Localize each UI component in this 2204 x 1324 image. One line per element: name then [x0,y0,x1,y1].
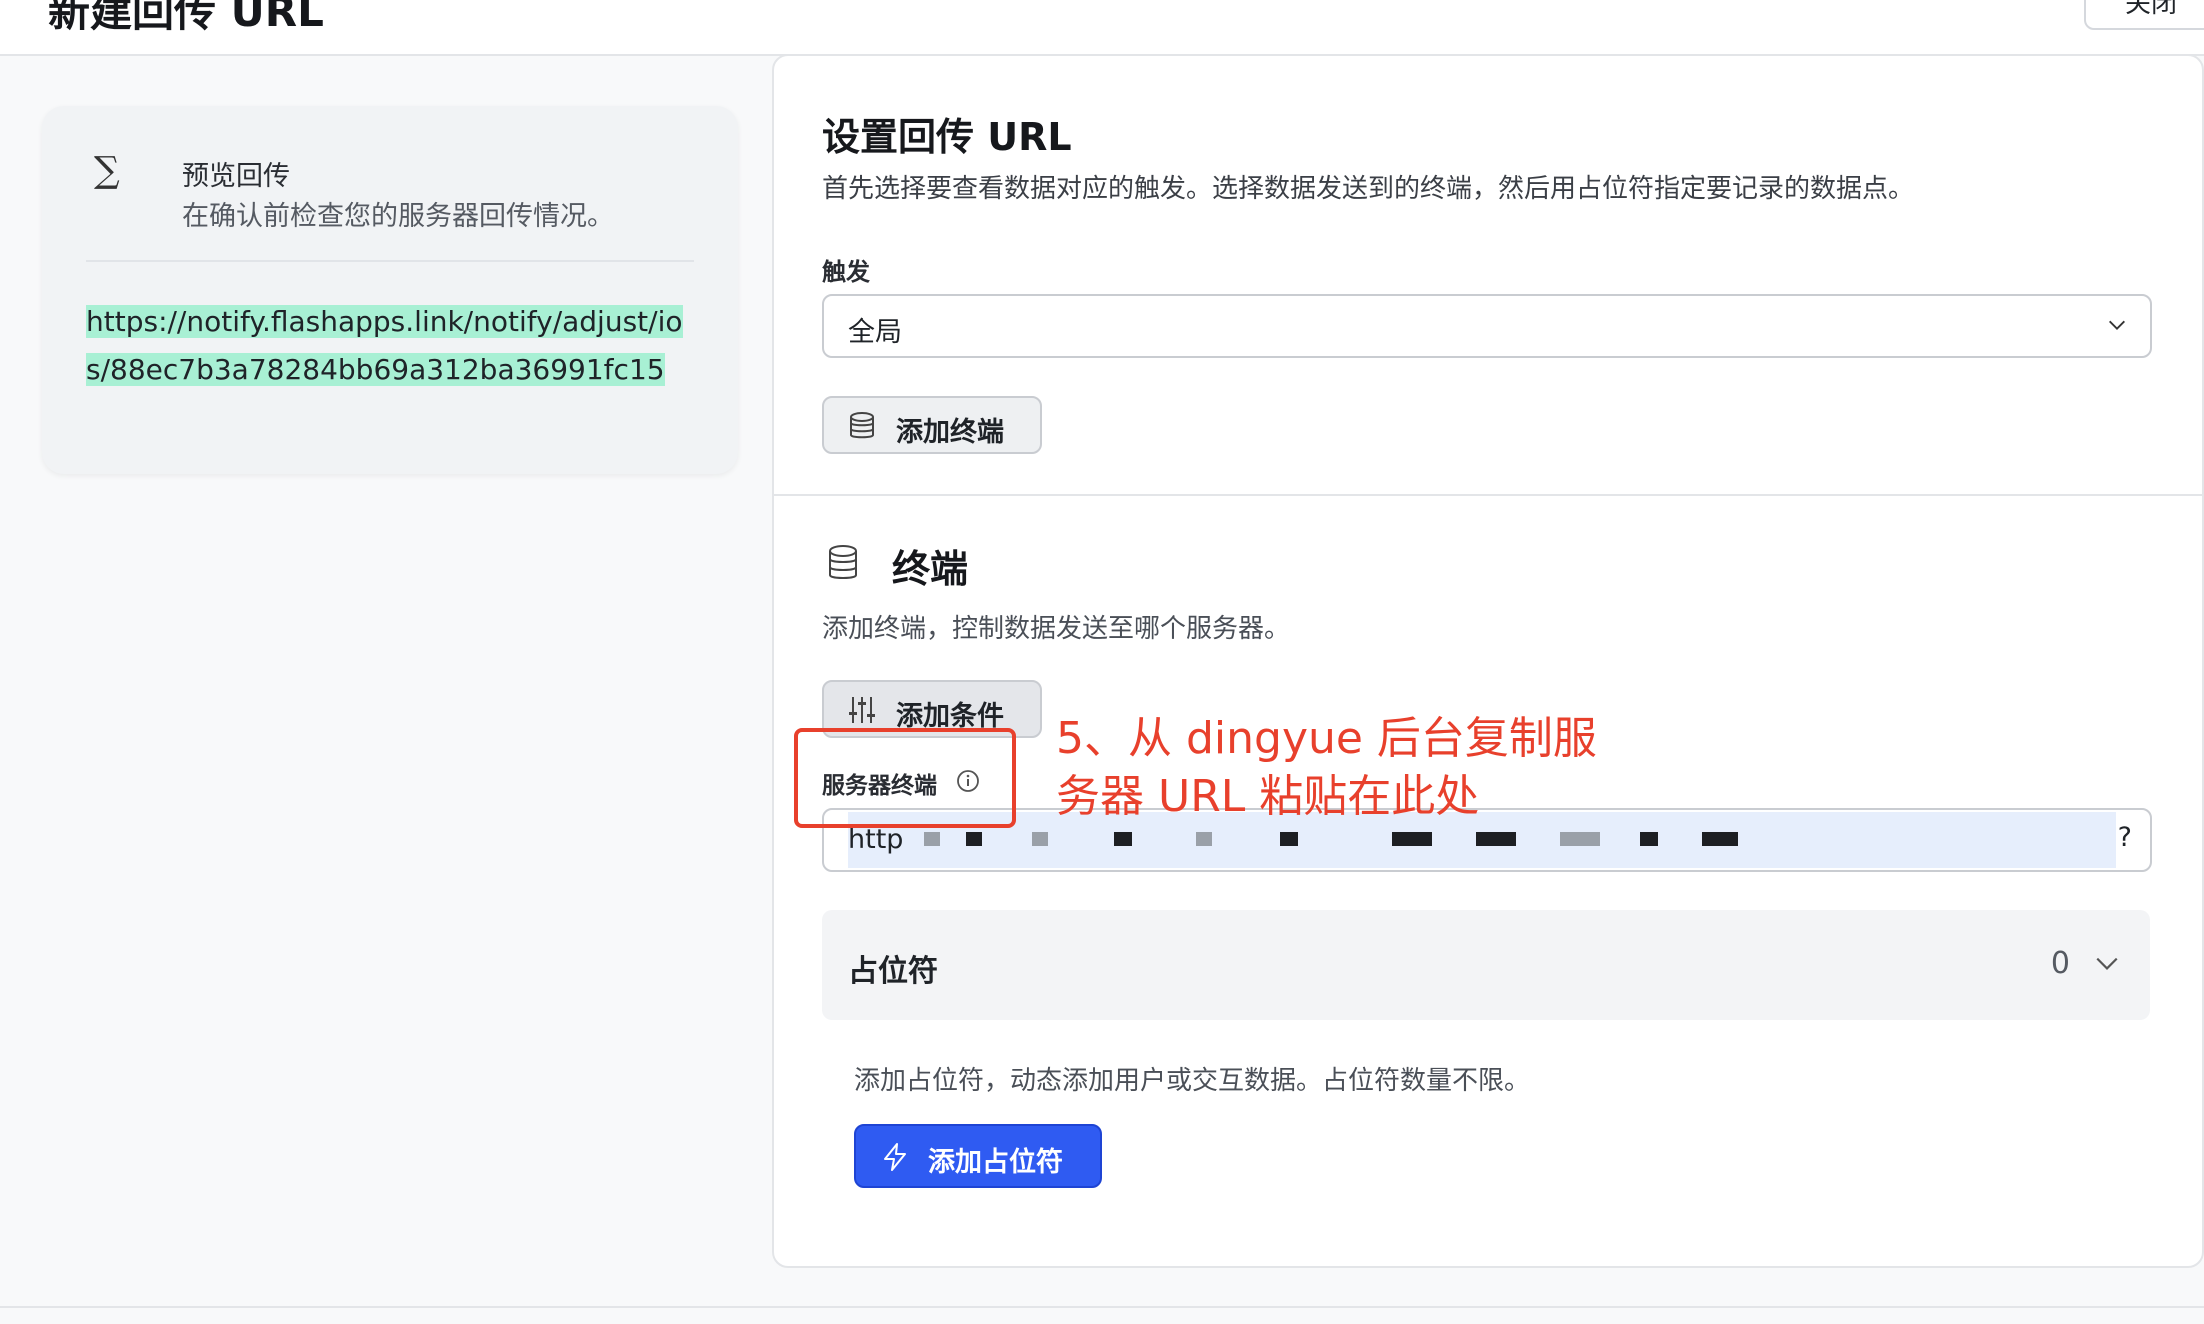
annotation-text: 5、从 dingyue 后台复制服务器 URL 粘贴在此处 [1056,713,1597,822]
add-placeholder-label: 添加占位符 [928,1147,1063,1178]
database-icon [850,412,874,439]
sigma-icon: ∑ [94,150,120,191]
annotation-highlight-box [794,728,1016,828]
database-icon [829,545,857,579]
preview-url: https://notify.flashapps.link/notify/adj… [86,298,706,394]
add-endpoint-label: 添加终端 [896,417,1004,448]
trigger-select[interactable]: 全局 [822,294,2152,358]
divider [86,260,694,262]
server-endpoint-suffix: ? [2117,822,2132,853]
redacted-block [1196,832,1212,846]
redacted-block [966,832,982,846]
redacted-block [1560,832,1600,846]
callback-settings-panel: 设置回传 URL 首先选择要查看数据对应的触发。选择数据发送到的终端，然后用占位… [772,54,2204,1268]
page-title: 新建回传 URL [48,0,324,36]
divider [0,1306,2204,1308]
placeholder-accordion[interactable]: 占位符 0 [822,910,2150,1020]
redacted-block [924,832,940,846]
chevron-down-icon [2096,957,2118,970]
chevron-down-icon [2109,320,2125,330]
server-endpoint-value: http [848,824,904,855]
endpoint-description: 添加终端，控制数据发送至哪个服务器。 [822,614,1291,644]
redacted-block [1476,832,1516,846]
header-bar: 新建回传 URL 关闭 [0,0,2204,56]
redacted-block [1640,832,1658,846]
close-button[interactable]: 关闭 [2084,0,2204,30]
redacted-block [1702,832,1738,846]
placeholder-title: 占位符 [848,954,938,989]
add-endpoint-button[interactable]: 添加终端 [822,396,1042,454]
lightning-icon [884,1143,906,1171]
placeholder-description: 添加占位符，动态添加用户或交互数据。占位符数量不限。 [854,1066,1531,1096]
redacted-block [1114,832,1132,846]
trigger-label: 触发 [822,258,870,286]
preview-card: ∑ 预览回传 在确认前检查您的服务器回传情况。 https://notify.f… [42,106,738,474]
section-description: 首先选择要查看数据对应的触发。选择数据发送到的终端，然后用占位符指定要记录的数据… [822,174,1915,204]
preview-subtitle: 在确认前检查您的服务器回传情况。 [182,201,614,232]
divider [774,494,2202,496]
trigger-value: 全局 [848,317,902,348]
preview-title: 预览回传 [182,161,290,192]
redacted-block [1032,832,1048,846]
sliders-icon [849,697,875,723]
redacted-block [1280,832,1298,846]
placeholder-count: 0 [2050,946,2070,981]
add-placeholder-button[interactable]: 添加占位符 [854,1124,1102,1188]
redacted-block [1392,832,1432,846]
preview-url-text: https://notify.flashapps.link/notify/adj… [86,305,683,386]
section-title: 设置回传 URL [822,115,1072,159]
endpoint-title: 终端 [892,547,969,591]
